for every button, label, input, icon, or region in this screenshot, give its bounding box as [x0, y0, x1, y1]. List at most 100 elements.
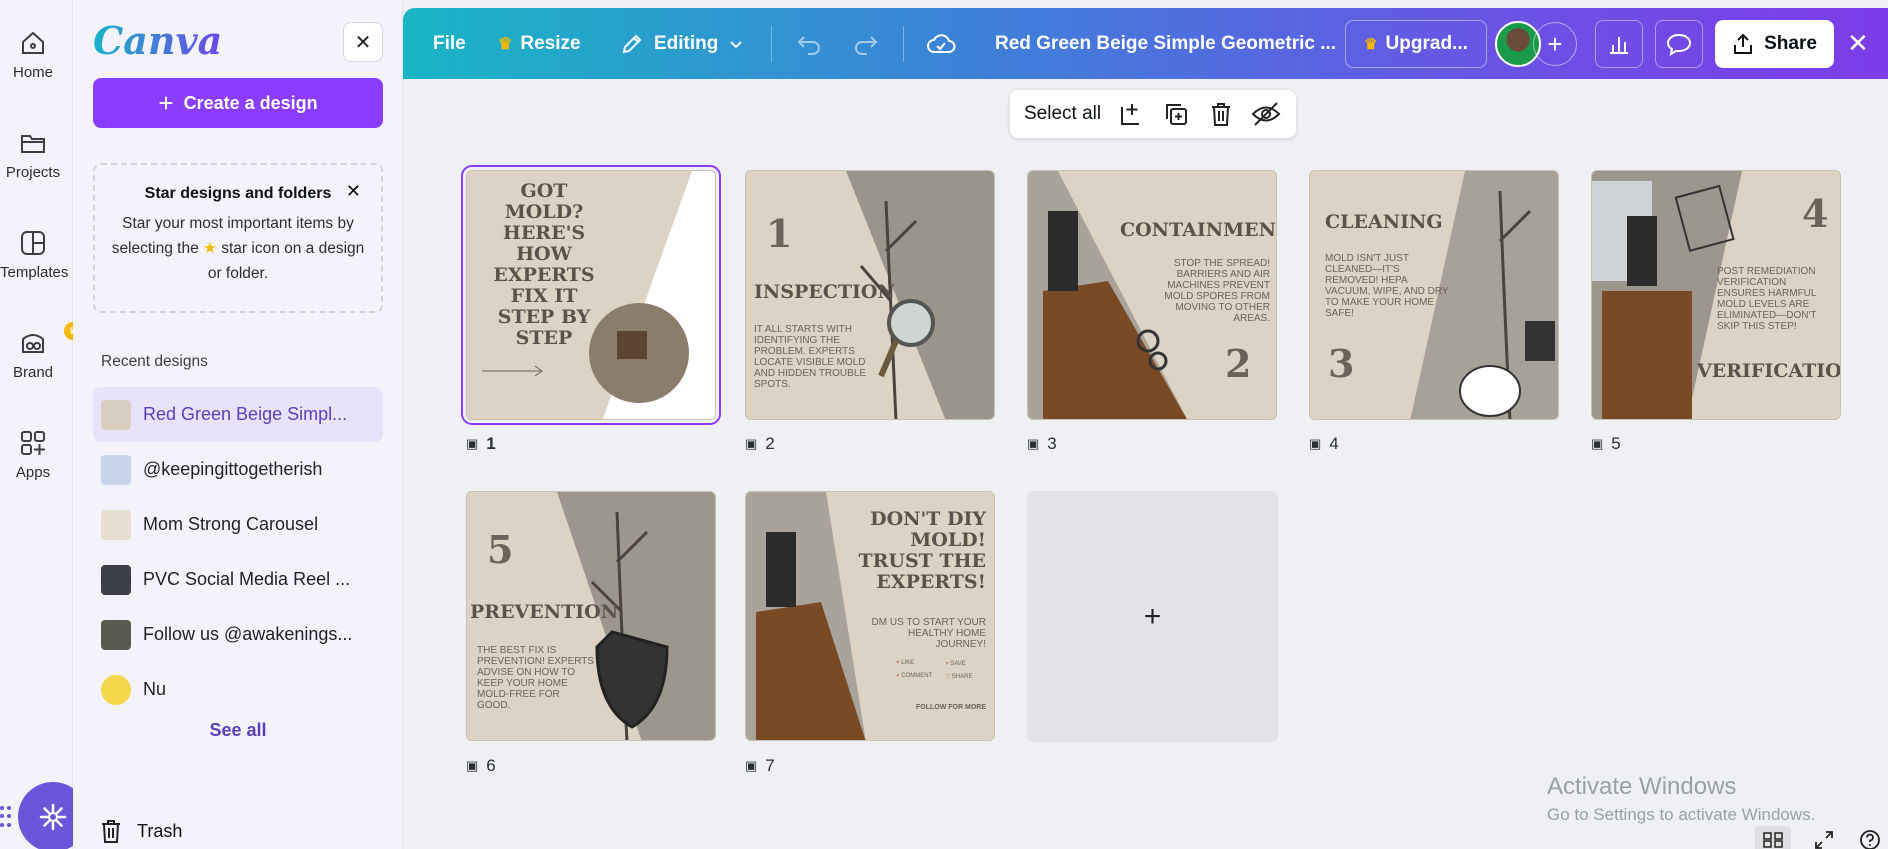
- recent-designs-list: Red Green Beige Simpl... @keepingittoget…: [93, 387, 383, 717]
- grid-icon: [1763, 832, 1783, 848]
- rail-projects[interactable]: Projects: [0, 128, 66, 181]
- upload-icon: [1734, 33, 1753, 54]
- page-thumbnail-1[interactable]: GOT MOLD? HERE'S HOW EXPERTS FIX IT STEP…: [461, 165, 721, 425]
- recent-design-item[interactable]: @keepingittogetherish: [93, 442, 383, 497]
- star-designs-card: ✕ Star designs and folders Star your mos…: [93, 163, 383, 313]
- star-card-text: Star your most important items by select…: [111, 215, 365, 282]
- star-card-title: Star designs and folders: [144, 185, 332, 202]
- rail-apps[interactable]: Apps: [0, 428, 66, 481]
- comment-label: ● COMMENT: [896, 673, 933, 679]
- recent-design-item[interactable]: Follow us @awakenings...: [93, 607, 383, 662]
- close-icon[interactable]: ✕: [346, 181, 361, 202]
- add-page-icon[interactable]: [1116, 99, 1146, 129]
- grid-view-button[interactable]: [1755, 826, 1791, 849]
- duplicate-page-icon[interactable]: [1161, 99, 1191, 129]
- page-thumbnail-7[interactable]: DON'T DIY MOLD! TRUST THE EXPERTS! DM US…: [745, 491, 995, 741]
- upgrade-button[interactable]: ♛ Upgrad...: [1345, 20, 1487, 68]
- invite-button[interactable]: +: [1533, 22, 1577, 66]
- page-thumbnail-3[interactable]: CONTAINMENT STOP THE SPREAD! BARRIERS AN…: [1027, 170, 1277, 420]
- file-menu[interactable]: File: [433, 8, 466, 79]
- comment-icon: ▣: [1309, 436, 1322, 451]
- rail-apps-label: Apps: [15, 464, 51, 481]
- page-headline: PREVENTION: [470, 601, 619, 623]
- rail-home[interactable]: Home: [0, 28, 66, 81]
- comment-icon: ▣: [466, 436, 479, 451]
- undo-button[interactable]: [796, 8, 822, 79]
- toolbar-divider: [903, 26, 904, 62]
- see-all-link[interactable]: See all: [73, 720, 403, 741]
- create-design-label: Create a design: [183, 92, 318, 113]
- recent-design-item[interactable]: Red Green Beige Simpl...: [93, 387, 383, 442]
- brand-icon: ♛: [18, 322, 82, 358]
- close-panel-button[interactable]: ✕: [343, 22, 383, 62]
- cloud-check-icon: [927, 33, 956, 53]
- page-thumbnail-4[interactable]: CLEANING MOLD ISN'T JUST CLEANED—IT'S RE…: [1309, 170, 1559, 420]
- rail-templates[interactable]: Templates: [0, 228, 69, 281]
- add-page-button[interactable]: +: [1027, 491, 1278, 742]
- page-headline: CONTAINMENT: [1120, 219, 1277, 241]
- select-all-button[interactable]: Select all: [1024, 103, 1101, 125]
- design-thumbnail: [101, 564, 131, 595]
- trash-link[interactable]: Trash: [99, 818, 182, 844]
- comment-icon: ●: [896, 673, 900, 679]
- star-icon: ★: [203, 240, 217, 257]
- rail-templates-label: Templates: [0, 264, 69, 281]
- left-rail: Home Projects Templates ♛ Brand Apps: [0, 0, 82, 849]
- chevron-down-icon: [730, 40, 743, 48]
- delete-page-icon[interactable]: [1206, 99, 1236, 129]
- page-body-text: POST REMEDIATION VERIFICATION ENSURES HA…: [1717, 266, 1817, 332]
- editor-topbar: File ♛ Resize Editing Red Green Beige Si…: [403, 8, 1888, 79]
- page-actions-toolbar: Select all: [1010, 90, 1296, 138]
- page-thumbnail-6[interactable]: 5 PREVENTION THE BEST FIX IS PREVENTION!…: [466, 491, 716, 741]
- help-button[interactable]: [1852, 826, 1888, 849]
- recent-design-item[interactable]: PVC Social Media Reel ...: [93, 552, 383, 607]
- page-headline: VERIFICATION: [1697, 360, 1841, 382]
- editing-label: Editing: [654, 32, 719, 54]
- redo-button[interactable]: [853, 8, 879, 79]
- recent-design-item[interactable]: Mom Strong Carousel: [93, 497, 383, 552]
- bar-chart-icon: [1610, 37, 1628, 54]
- plus-icon: +: [1143, 599, 1162, 633]
- recent-design-item[interactable]: Nu: [93, 662, 383, 717]
- resize-label: Resize: [520, 32, 581, 54]
- share-label: Share: [1764, 33, 1817, 54]
- cloud-save-status[interactable]: [926, 8, 956, 79]
- page-label-6: ▣ 6: [466, 756, 496, 775]
- follow-footer: FOLLOW FOR MORE: [916, 704, 986, 711]
- page-thumbnail-2[interactable]: 1 INSPECTION IT ALL STARTS WITH IDENTIFY…: [745, 170, 995, 420]
- page-thumbnail-5[interactable]: 4 POST REMEDIATION VERIFICATION ENSURES …: [1591, 170, 1841, 420]
- canva-logo[interactable]: Canva: [93, 18, 222, 63]
- insights-button[interactable]: [1595, 20, 1643, 68]
- page-body-text: IT ALL STARTS WITH IDENTIFYING THE PROBL…: [754, 324, 867, 390]
- share-button[interactable]: Share: [1715, 20, 1834, 68]
- close-editor-button[interactable]: ✕: [1847, 8, 1869, 79]
- rail-brand[interactable]: ♛ Brand: [0, 322, 82, 381]
- share-label: ▽ SHARE: [945, 674, 973, 680]
- help-icon: [1860, 830, 1880, 849]
- resize-button[interactable]: ♛ Resize: [498, 8, 581, 79]
- upgrade-label: Upgrad...: [1385, 33, 1468, 54]
- editing-mode-dropdown[interactable]: Editing: [620, 8, 744, 79]
- hide-page-icon[interactable]: [1251, 99, 1281, 129]
- drag-handle-icon[interactable]: [0, 806, 12, 828]
- heart-icon: ♥: [896, 660, 900, 666]
- page-label-2: ▣ 2: [745, 434, 775, 453]
- recent-designs-heading: Recent designs: [101, 353, 208, 370]
- fullscreen-button[interactable]: [1806, 826, 1842, 849]
- comment-icon: ▣: [1027, 436, 1040, 451]
- design-thumbnail: [101, 509, 131, 540]
- create-design-button[interactable]: + Create a design: [93, 78, 383, 128]
- undo-icon: [797, 35, 820, 55]
- page-body-text: THE BEST FIX IS PREVENTION! EXPERTS ADVI…: [477, 645, 595, 711]
- design-thumbnail: [101, 619, 131, 650]
- design-title[interactable]: Red Green Beige Simple Geometric ...: [995, 8, 1336, 79]
- plus-icon: +: [1547, 28, 1563, 59]
- expand-icon: [1815, 831, 1833, 849]
- page-label-5: ▣ 5: [1591, 434, 1621, 453]
- page-headline: INSPECTION: [754, 281, 895, 303]
- comment-icon: ▣: [466, 758, 479, 773]
- activate-title: Activate Windows: [1547, 773, 1737, 800]
- step-number: 3: [1328, 341, 1355, 386]
- save-label: ▾ SAVE: [945, 661, 966, 667]
- comments-button[interactable]: [1655, 20, 1703, 68]
